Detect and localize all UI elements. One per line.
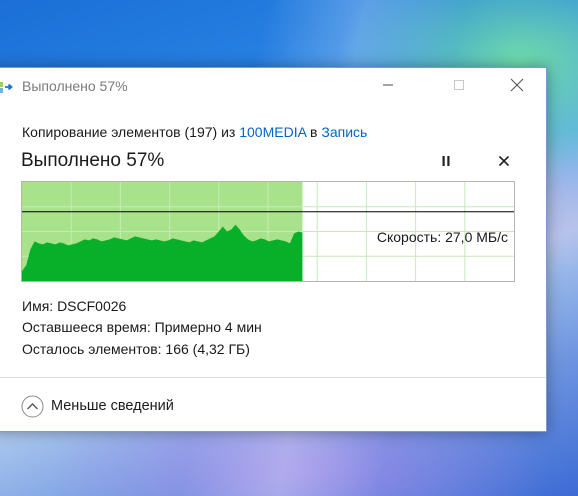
file-name-row: Имя: DSCF0026 (22, 298, 126, 314)
title-bar[interactable]: Выполнено 57% (0, 68, 546, 106)
source-folder-link[interactable]: 100MEDIA (239, 124, 306, 140)
maximize-button[interactable] (436, 68, 482, 106)
close-icon (510, 78, 524, 97)
file-name-value: DSCF0026 (57, 298, 127, 314)
details-divider (0, 377, 546, 378)
progress-status: Выполнено 57% (21, 150, 165, 171)
cancel-button[interactable] (492, 152, 516, 174)
copy-description: Копирование элементов (197) из 100MEDIA … (22, 124, 367, 140)
time-remaining-value: Примерно 4 мин (154, 319, 262, 335)
minimize-icon (382, 78, 394, 96)
copy-progress-dialog: Выполнено 57% Копирование элементов (197… (0, 67, 547, 432)
time-remaining-label: Оставшееся время: (22, 319, 151, 335)
items-remaining-value: 166 (4,32 ГБ) (165, 341, 250, 357)
minimize-button[interactable] (365, 68, 411, 106)
speed-label: Скорость: 27,0 МБ/с (376, 229, 508, 245)
items-remaining-label: Осталось элементов: (22, 341, 162, 357)
copy-prefix: Копирование элементов (197) из (22, 124, 236, 140)
fewer-details-label: Меньше сведений (51, 398, 174, 414)
chevron-up-circle-icon (21, 395, 44, 418)
copy-middle: в (310, 124, 318, 140)
maximize-icon (453, 78, 465, 96)
items-remaining-row: Осталось элементов: 166 (4,32 ГБ) (22, 341, 250, 357)
fewer-details-button[interactable]: Меньше сведений (21, 393, 174, 419)
copy-files-icon (0, 79, 15, 95)
window-title: Выполнено 57% (22, 78, 128, 94)
file-name-label: Имя: (22, 298, 54, 314)
speed-graph: Скорость: 27,0 МБ/с (21, 181, 515, 282)
close-button[interactable] (494, 68, 540, 106)
pause-button[interactable] (434, 152, 458, 174)
time-remaining-row: Оставшееся время: Примерно 4 мин (22, 319, 262, 335)
destination-folder-link[interactable]: Запись (321, 124, 367, 140)
cancel-icon (498, 154, 510, 172)
pause-icon (440, 154, 452, 172)
